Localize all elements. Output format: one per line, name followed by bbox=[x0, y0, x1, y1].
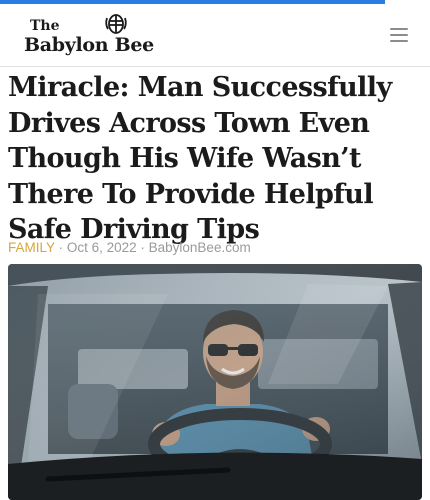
byline-separator: · bbox=[140, 240, 145, 255]
hero-image bbox=[8, 264, 422, 500]
article-headline: Miracle: Man Successfully Drives Across … bbox=[8, 72, 392, 245]
site-logo[interactable]: The Babylon Bee bbox=[24, 12, 174, 62]
category-link[interactable]: FAMILY bbox=[8, 240, 55, 255]
logo-name-text: Babylon Bee bbox=[24, 34, 154, 56]
byline-separator: · bbox=[58, 240, 64, 255]
hamburger-menu-icon[interactable] bbox=[388, 24, 412, 46]
article-source: BabylonBee.com bbox=[148, 240, 251, 255]
site-header: The Babylon Bee bbox=[0, 4, 430, 67]
bee-icon bbox=[105, 14, 127, 34]
article-date: Oct 6, 2022 bbox=[66, 240, 137, 255]
driver-in-car-illustration bbox=[8, 264, 422, 500]
logo-the-text: The bbox=[30, 18, 60, 34]
article-byline: FAMILY · Oct 6, 2022 · BabylonBee.com bbox=[8, 240, 251, 255]
